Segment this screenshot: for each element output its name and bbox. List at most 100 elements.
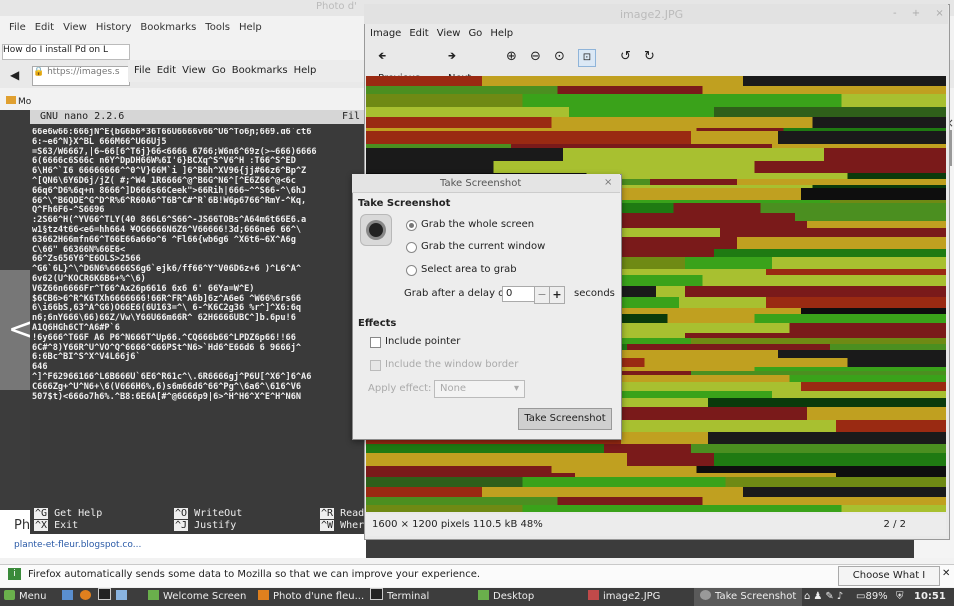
pen-icon: ✎ — [825, 591, 837, 602]
desktop-launcher-icon — [62, 590, 73, 600]
include-pointer-label[interactable]: Include pointer — [385, 336, 460, 347]
firefox-menu-edit[interactable]: Edit — [35, 22, 54, 33]
pin-link[interactable]: plante-et-fleur.blogspot.co... — [14, 540, 141, 550]
user-icon: ♟ — [813, 591, 826, 602]
taskbar-menu-button[interactable]: Menu — [4, 588, 46, 606]
radio-current-window[interactable] — [406, 242, 417, 253]
camera-icon — [700, 590, 711, 600]
terminal-icon — [370, 588, 383, 600]
battery-indicator[interactable]: ▭89% — [856, 588, 888, 606]
include-border-checkbox — [370, 360, 381, 371]
tray-icons[interactable]: ⌂♟✎♪ — [804, 588, 846, 606]
firefox-tab[interactable]: How do I install Pd on L — [2, 44, 130, 60]
zoom-out-icon[interactable]: ⊖ — [530, 46, 541, 68]
image-viewer-statusbar: 1600 × 1200 pixels 110.5 kB 48% 2 / 2 — [366, 514, 946, 536]
opt-select-area-label[interactable]: Select area to grab — [421, 264, 517, 275]
firefox-launcher-icon[interactable] — [80, 588, 95, 606]
firefox-menu-tools[interactable]: Tools — [205, 22, 230, 33]
taskbar-item-label: Terminal — [387, 591, 430, 602]
image-viewer-menubar: Image Edit View Go Help — [370, 28, 521, 39]
w2-menu-help[interactable]: Help — [294, 65, 317, 76]
iv-menu-view[interactable]: View — [437, 28, 461, 39]
w2-menu-bookmarks[interactable]: Bookmarks — [232, 65, 288, 76]
update-icon[interactable]: ⛨ — [896, 588, 904, 606]
include-pointer-checkbox[interactable] — [370, 337, 381, 348]
image-stripe — [366, 86, 946, 94]
url-bar[interactable]: 🔒 https://images.s — [32, 66, 130, 86]
opt-current-window-label[interactable]: Grab the current window — [421, 241, 545, 252]
help-label: Exit — [54, 520, 79, 531]
w2-menu-go[interactable]: Go — [212, 65, 226, 76]
notification-text: Firefox automatically sends some data to… — [28, 569, 481, 580]
zoom-in-icon[interactable]: ⊕ — [506, 46, 517, 68]
taskbar-item-welcome[interactable]: Welcome Screen — [148, 588, 246, 606]
image-stripe — [366, 505, 946, 512]
dialog-close-icon[interactable]: × — [604, 177, 612, 188]
taskbar-item-screenshot[interactable]: Take Screenshot — [694, 588, 803, 606]
delay-plus-button[interactable]: + — [549, 286, 565, 304]
section-effects: Effects — [358, 318, 397, 329]
nano-buffer[interactable]: 66е6w66:666jN^E{bG6b6*36T66U6666v66^U6^T… — [32, 128, 366, 498]
terminal-launcher-icon[interactable] — [98, 588, 115, 606]
clock[interactable]: 10:51 — [914, 588, 946, 606]
radio-select-area[interactable] — [406, 265, 417, 276]
iv-menu-help[interactable]: Help — [490, 28, 513, 39]
files-launcher-icon[interactable] — [116, 588, 131, 606]
help-read[interactable]: ^R Read — [320, 508, 364, 519]
previous-button[interactable]: 🡸 Previous — [378, 46, 420, 84]
firefox-menu-history[interactable]: History — [96, 22, 132, 33]
include-border-label: Include the window border — [385, 359, 519, 370]
w2-menu-view[interactable]: View — [182, 65, 206, 76]
opt-whole-screen-label[interactable]: Grab the whole screen — [421, 219, 534, 230]
image-viewer-title: image2.JPG — [620, 8, 684, 21]
help-key: ^X — [34, 520, 49, 531]
image-icon — [588, 590, 599, 600]
taskbar-item-label: Photo d'une fleu... — [273, 591, 365, 602]
taskbar-item-firefox[interactable]: Photo d'une fleu... — [258, 588, 364, 606]
terminal-icon — [98, 588, 111, 600]
iv-menu-edit[interactable]: Edit — [409, 28, 428, 39]
notification-close-icon[interactable]: ✕ — [942, 568, 950, 579]
next-button[interactable]: 🡺 Next — [448, 46, 471, 84]
taskbar-item-terminal[interactable]: Terminal — [370, 588, 429, 606]
bookmarks-bar: Mo — [0, 92, 31, 108]
firefox-menu-file[interactable]: File — [9, 22, 26, 33]
image-info: 1600 × 1200 pixels 110.5 kB 48% — [372, 519, 543, 530]
help-writeout[interactable]: ^O WriteOut — [174, 508, 242, 519]
iv-menu-go[interactable]: Go — [468, 28, 482, 39]
best-fit-icon[interactable]: ⊡ — [578, 49, 596, 67]
window-controls[interactable]: - + × — [893, 8, 950, 19]
help-justify[interactable]: ^J Justify — [174, 520, 236, 531]
show-desktop-icon[interactable] — [62, 588, 77, 606]
info-icon: i — [8, 568, 21, 580]
firefox-menu-view[interactable]: View — [63, 22, 87, 33]
firefox-menu-bookmarks[interactable]: Bookmarks — [140, 22, 196, 33]
firefox-icon — [258, 590, 269, 600]
help-exit[interactable]: ^X Exit — [34, 520, 78, 531]
take-screenshot-button[interactable]: Take Screenshot — [518, 408, 612, 430]
image-stripe — [366, 453, 946, 466]
nano-line: 6:6Bc^BI^S^X^V4L66j6` — [32, 352, 141, 363]
choose-what-i-share-button[interactable]: Choose What I Share — [838, 566, 940, 599]
help-get-help[interactable]: ^G Get Help — [34, 508, 102, 519]
take-screenshot-dialog — [352, 174, 622, 440]
lock-icon: 🔒 — [33, 67, 45, 77]
iv-menu-image[interactable]: Image — [370, 28, 401, 39]
taskbar-item-image-viewer[interactable]: image2.JPG — [588, 588, 660, 606]
firefox-menu-help[interactable]: Help — [239, 22, 262, 33]
firefox-menubar: File Edit View History Bookmarks Tools Help — [0, 20, 262, 40]
bookmark-item[interactable]: Mo — [18, 97, 31, 107]
delay-minus-button[interactable]: − — [534, 286, 550, 304]
zoom-normal-icon[interactable]: ⊙ — [554, 46, 565, 68]
taskbar-item-desktop[interactable]: Desktop — [478, 588, 534, 606]
w2-menu-file[interactable]: File — [134, 65, 151, 76]
back-icon[interactable]: ◀ — [10, 68, 19, 82]
rotate-left-icon[interactable]: ↺ — [620, 46, 631, 68]
radio-whole-screen[interactable] — [406, 220, 417, 231]
w2-menu-edit[interactable]: Edit — [157, 65, 176, 76]
firefox-icon — [80, 590, 91, 600]
rotate-right-icon[interactable]: ↻ — [644, 46, 655, 68]
image-stripe — [366, 94, 946, 107]
delay-input[interactable]: 0 — [502, 286, 537, 302]
help-where[interactable]: ^W Wher — [320, 520, 364, 531]
